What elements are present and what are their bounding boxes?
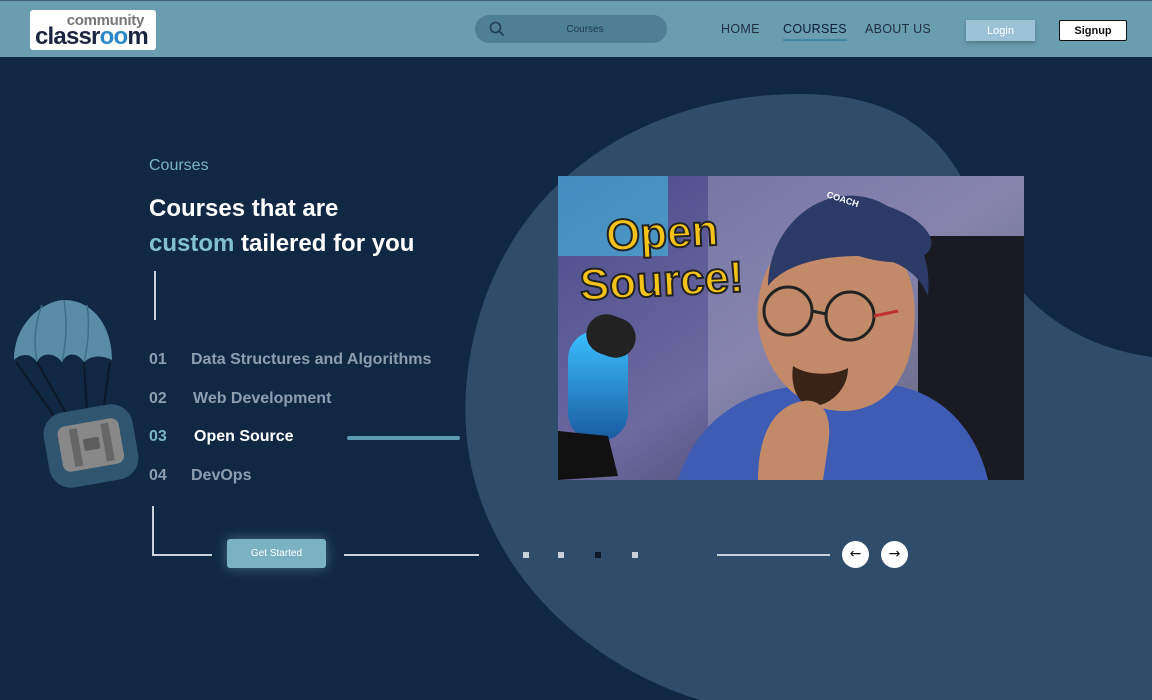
search-icon [489,21,505,37]
course-video-thumbnail[interactable]: COACH Open Source! [558,176,1024,480]
login-button[interactable]: Login [966,20,1035,41]
signup-button[interactable]: Signup [1059,20,1127,41]
thumbnail-illustration: COACH Open Source! [558,176,1024,480]
divider-line [152,554,212,556]
course-item-dsa[interactable]: 01 Data Structures and Algorithms [149,351,431,369]
parachute-illustration [14,300,139,488]
active-course-indicator [347,436,460,440]
thumbnail-title-line2: Source! [579,253,745,311]
community-classroom-logo[interactable]: community classroom [30,10,156,50]
header-bar: community classroom HOME COURSES ABOUT U… [0,0,1152,57]
next-arrow-button[interactable]: → [881,541,908,568]
search-bar[interactable] [475,15,667,43]
nav-courses[interactable]: COURSES [783,22,847,41]
divider-line [344,554,479,556]
logo-text-bottom: classroom [35,23,149,50]
nav-about-us[interactable]: ABOUT US [865,22,931,36]
carousel-dot-3[interactable] [595,552,601,558]
course-item-open-source[interactable]: 03 Open Source [149,428,294,446]
carousel-dot-4[interactable] [632,552,638,558]
divider-line [152,506,154,556]
heading-highlight: custom [149,230,235,257]
divider-line [154,271,156,320]
section-eyebrow: Courses [149,157,209,174]
carousel-dot-1[interactable] [523,552,529,558]
divider-line [717,554,830,556]
course-item-devops[interactable]: 04 DevOps [149,467,251,485]
thumbnail-title-line1: Open [605,206,720,261]
carousel-dot-2[interactable] [558,552,564,558]
hero-heading: Courses that are custom tailered for you [149,195,415,257]
search-input[interactable] [515,21,655,37]
prev-arrow-button[interactable]: ← [842,541,869,568]
course-item-web-dev[interactable]: 02 Web Development [149,390,331,408]
nav-home[interactable]: HOME [721,22,760,36]
get-started-button[interactable]: Get Started [227,539,326,568]
